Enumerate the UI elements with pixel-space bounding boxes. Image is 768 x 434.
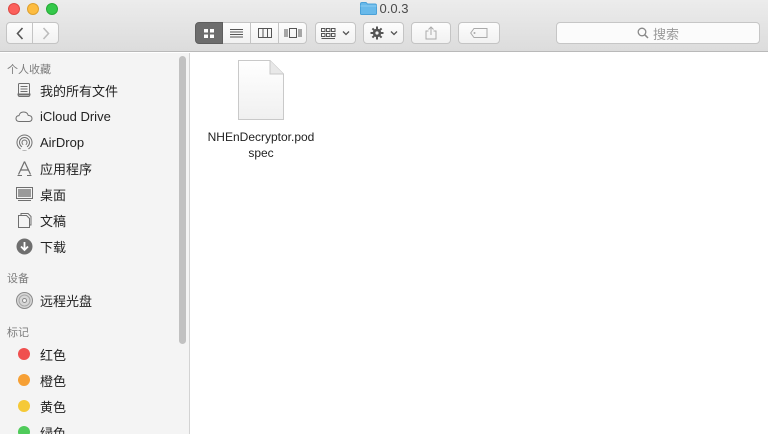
sidebar-item-label: AirDrop	[40, 134, 85, 150]
cloud-icon	[15, 107, 33, 125]
chevron-right-icon	[42, 26, 50, 40]
sidebar-item-tag-red[interactable]: 红色	[15, 344, 66, 364]
sidebar-item-tag-orange[interactable]: 橙色	[15, 370, 66, 390]
sidebar-item-label: 下载	[40, 239, 67, 255]
sidebar-item-applications[interactable]: 应用程序	[15, 158, 92, 178]
sidebar-item-label: 橙色	[40, 373, 67, 389]
sidebar-item-tag-green[interactable]: 绿色	[15, 422, 66, 434]
coverflow-view-button[interactable]	[279, 22, 307, 44]
back-button[interactable]	[6, 22, 33, 44]
arrange-button[interactable]	[315, 22, 356, 44]
edit-tags-button[interactable]	[458, 22, 500, 44]
desktop-icon	[15, 185, 33, 203]
sidebar-item-label: 黄色	[40, 399, 67, 415]
icon-view-button[interactable]	[195, 22, 223, 44]
sidebar-item-label: 应用程序	[40, 161, 93, 177]
sidebar-item-downloads[interactable]: 下载	[15, 236, 66, 256]
applications-icon	[15, 159, 33, 177]
action-button[interactable]	[363, 22, 404, 44]
sidebar-item-label: 我的所有文件	[40, 83, 119, 99]
devices-header: 设备	[7, 273, 29, 285]
search-icon	[637, 27, 649, 39]
sidebar-item-airdrop[interactable]: AirDrop	[15, 132, 84, 152]
share-icon	[425, 26, 437, 40]
sidebar: 个人收藏 我的所有文件 iCloud Drive AirDrop 应用程序 桌面	[0, 53, 190, 434]
list-view-button[interactable]	[223, 22, 251, 44]
disc-icon	[15, 291, 33, 309]
sidebar-item-label: 远程光盘	[40, 293, 93, 309]
sidebar-item-label: iCloud Drive	[40, 108, 111, 124]
airdrop-icon	[15, 133, 33, 151]
chevron-left-icon	[15, 26, 23, 40]
window-title-text: 0.0.3	[379, 1, 409, 16]
file-name: NHEnDecryptor.podspec	[207, 130, 315, 160]
red-tag-icon	[15, 345, 33, 363]
search-field[interactable]: 搜索	[556, 22, 760, 44]
tag-icon	[470, 28, 488, 38]
yellow-tag-icon	[15, 397, 33, 415]
gear-icon	[370, 26, 383, 40]
sidebar-item-documents[interactable]: 文稿	[15, 210, 66, 230]
share-button[interactable]	[411, 22, 451, 44]
view-mode-selector	[195, 22, 307, 44]
folder-icon	[359, 2, 377, 15]
tags-header: 标记	[7, 327, 29, 339]
forward-button[interactable]	[32, 22, 59, 44]
downloads-icon	[15, 237, 33, 255]
sidebar-item-desktop[interactable]: 桌面	[15, 184, 66, 204]
arrange-grid-icon	[321, 27, 336, 39]
list-icon	[230, 29, 243, 38]
sidebar-item-all-files[interactable]: 我的所有文件	[15, 80, 118, 100]
chevron-down-icon	[342, 31, 350, 36]
sidebar-item-tag-yellow[interactable]: 黄色	[15, 396, 66, 416]
grid-icon	[204, 28, 214, 38]
coverflow-icon	[284, 28, 301, 38]
column-view-button[interactable]	[251, 22, 279, 44]
all-files-icon	[15, 81, 33, 99]
sidebar-item-icloud-drive[interactable]: iCloud Drive	[15, 106, 111, 126]
sidebar-scrollbar[interactable]	[179, 56, 186, 344]
sidebar-item-label: 红色	[40, 347, 67, 363]
file-item[interactable]: NHEnDecryptor.podspec	[205, 59, 317, 161]
sidebar-item-label: 绿色	[40, 425, 67, 434]
favorites-header: 个人收藏	[7, 64, 51, 76]
green-tag-icon	[15, 423, 33, 434]
search-placeholder: 搜索	[652, 26, 679, 42]
documents-icon	[15, 211, 33, 229]
window-title: 0.0.3	[0, 1, 768, 17]
sidebar-item-remote-disc[interactable]: 远程光盘	[15, 290, 92, 310]
sidebar-item-label: 文稿	[40, 213, 67, 229]
toolbar: 0.0.3 搜索	[0, 0, 768, 52]
file-browser-content: NHEnDecryptor.podspec	[191, 53, 768, 434]
columns-icon	[257, 28, 272, 38]
sidebar-item-label: 桌面	[40, 187, 67, 203]
document-icon	[238, 60, 284, 120]
chevron-down-icon	[390, 31, 397, 36]
orange-tag-icon	[15, 371, 33, 389]
